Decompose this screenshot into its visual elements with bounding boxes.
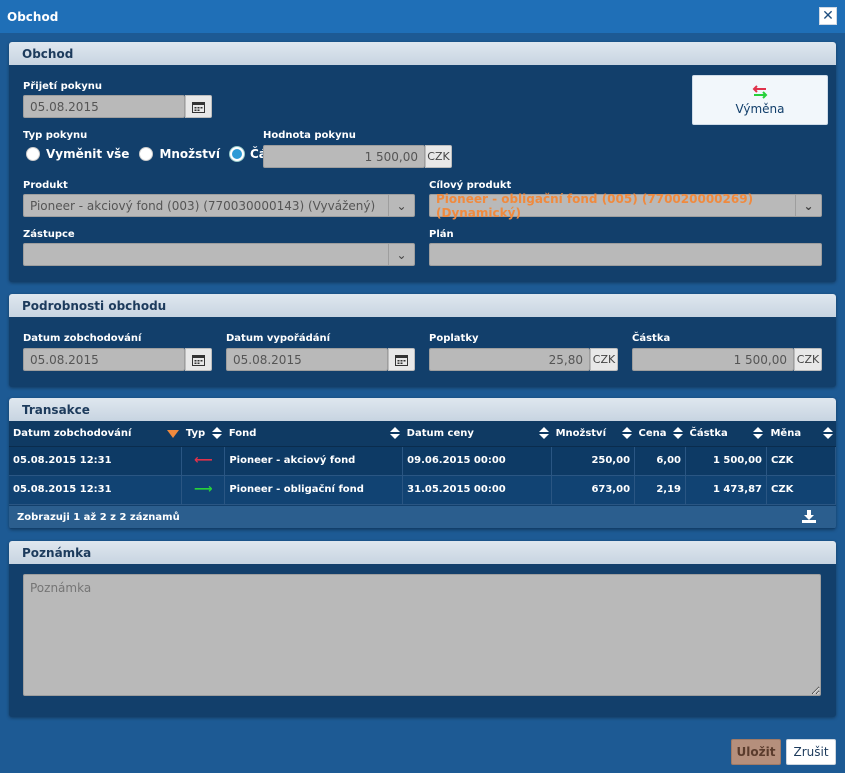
cell-cena: 2,19 — [634, 475, 687, 505]
window-title: Obchod — [7, 9, 59, 24]
castka-input[interactable]: 1 500,00 — [632, 348, 794, 371]
hodnota-currency: CZK — [425, 145, 452, 168]
col-header-cena[interactable]: Cena — [634, 421, 686, 447]
table-footer: Zobrazuji 1 až 2 z 2 záznamů — [9, 506, 836, 528]
transactions-table: Datum zobchodování Typ Fond Datum ceny M… — [9, 421, 836, 505]
cell-fond: Pioneer - obligační fond — [224, 475, 404, 505]
datum-zobchodovani-label: Datum zobchodování — [23, 333, 142, 344]
castka-currency: CZK — [794, 348, 822, 371]
sort-icon — [822, 427, 833, 440]
radio-dot — [26, 147, 40, 161]
order-panel: Obchod Přijetí pokynu 05.08.2015 Výměna … — [9, 42, 836, 282]
castka-label: Částka — [632, 333, 671, 344]
chevron-down-icon[interactable]: ⌄ — [795, 195, 821, 216]
datum-zobchodovani-input[interactable]: 05.08.2015 — [23, 348, 185, 371]
exchange-arrows-icon — [752, 84, 768, 99]
sell-arrow-icon: ⟵ — [181, 446, 226, 476]
cell-mena: CZK — [766, 446, 836, 476]
radio-dot-selected — [229, 147, 244, 161]
cell-castka: 1 473,87 — [685, 475, 767, 505]
poplatky-input[interactable]: 25,80 — [429, 348, 590, 371]
sort-desc-icon — [166, 430, 179, 438]
sort-icon — [672, 427, 683, 440]
order-panel-header: Obchod — [9, 42, 836, 65]
save-button[interactable]: Uložit — [731, 739, 781, 765]
calendar-icon — [395, 354, 408, 366]
col-header-typ[interactable]: Typ — [181, 421, 225, 447]
cilovy-produkt-label: Cílový produkt — [429, 180, 512, 191]
hodnota-pokynu-label: Hodnota pokynu — [263, 130, 356, 141]
radio-dot — [139, 147, 154, 161]
chevron-down-icon[interactable]: ⌄ — [388, 244, 414, 265]
close-icon: ✕ — [822, 8, 834, 24]
zastupce-label: Zástupce — [23, 229, 75, 240]
note-panel-header: Poznámka — [9, 541, 836, 564]
datum-zobchodovani-calendar-button[interactable] — [185, 348, 212, 371]
sort-icon — [621, 427, 632, 440]
cilovy-produkt-select[interactable]: Pioneer - obligační fond (005) (77002000… — [429, 191, 822, 220]
cilovy-produkt-select-value: Pioneer - obligační fond (005) (77002000… — [436, 191, 754, 220]
poplatky-currency: CZK — [590, 348, 618, 371]
table-row[interactable]: 05.08.2015 12:31 ⟶ Pioneer - obligační f… — [9, 475, 836, 505]
prijeti-date-input[interactable]: 05.08.2015 — [23, 95, 185, 118]
calendar-icon — [192, 101, 205, 113]
transactions-panel-header: Transakce — [9, 398, 836, 421]
sort-icon — [538, 427, 549, 440]
poplatky-label: Poplatky — [429, 333, 479, 344]
exchange-label: Výměna — [735, 101, 785, 116]
zastupce-select[interactable]: ⌄ — [23, 243, 415, 266]
produkt-label: Produkt — [23, 180, 68, 191]
col-header-datum[interactable]: Datum zobchodování — [9, 421, 182, 447]
produkt-select[interactable]: Pioneer - akciový fond (003) (7700300001… — [23, 194, 415, 217]
radio-mnozstvi[interactable]: Množství — [139, 147, 220, 161]
radio-vymenit-vse[interactable]: Vyměnit vše — [26, 147, 129, 161]
details-panel-header: Podrobnosti obchodu — [9, 294, 836, 317]
col-header-fond[interactable]: Fond — [224, 421, 403, 447]
produkt-select-value: Pioneer - akciový fond (003) (7700300001… — [30, 198, 376, 213]
window-titlebar: Obchod ✕ — [0, 0, 845, 33]
datum-vyporadani-label: Datum vypořádání — [226, 333, 331, 344]
close-button[interactable]: ✕ — [819, 7, 837, 25]
col-header-castka[interactable]: Částka — [685, 421, 767, 447]
buy-arrow-icon: ⟶ — [181, 475, 226, 505]
note-panel: Poznámka — [9, 541, 836, 717]
cancel-button[interactable]: Zrušit — [786, 739, 836, 765]
note-textarea[interactable] — [23, 574, 821, 696]
cell-mena: CZK — [766, 475, 836, 505]
cell-cena: 6,00 — [634, 446, 687, 476]
col-header-mena[interactable]: Měna — [766, 421, 836, 447]
sort-icon — [211, 427, 222, 440]
exchange-button[interactable]: Výměna — [692, 75, 828, 125]
cell-castka: 1 500,00 — [685, 446, 767, 476]
prijeti-calendar-button[interactable] — [185, 95, 212, 118]
datum-vyporadani-calendar-button[interactable] — [388, 348, 415, 371]
cell-fond: Pioneer - akciový fond — [224, 446, 404, 476]
table-row[interactable]: 05.08.2015 12:31 ⟵ Pioneer - akciový fon… — [9, 446, 836, 476]
cell-mnozstvi: 673,00 — [551, 475, 636, 505]
datum-vyporadani-input[interactable]: 05.08.2015 — [226, 348, 388, 371]
table-header-row: Datum zobchodování Typ Fond Datum ceny M… — [9, 421, 836, 447]
plan-label: Plán — [429, 229, 454, 240]
cell-mnozstvi: 250,00 — [551, 446, 636, 476]
col-header-mnozstvi[interactable]: Množství — [551, 421, 635, 447]
download-icon[interactable] — [802, 510, 816, 526]
cell-datum: 05.08.2015 12:31 — [9, 446, 183, 476]
plan-input[interactable] — [429, 243, 822, 266]
typ-pokynu-label: Typ pokynu — [23, 130, 88, 141]
prijeti-label: Přijetí pokynu — [23, 81, 103, 92]
calendar-icon — [192, 354, 205, 366]
hodnota-pokynu-input[interactable]: 1 500,00 — [263, 145, 425, 168]
cell-datum-ceny: 31.05.2015 00:00 — [402, 475, 553, 505]
cell-datum-ceny: 09.06.2015 00:00 — [402, 446, 553, 476]
sort-icon — [389, 427, 400, 440]
record-count-text: Zobrazuji 1 až 2 z 2 záznamů — [17, 511, 180, 523]
details-panel: Podrobnosti obchodu Datum zobchodování 0… — [9, 294, 836, 387]
chevron-down-icon[interactable]: ⌄ — [388, 195, 414, 216]
transactions-panel: Transakce Datum zobchodování Typ Fond Da… — [9, 398, 836, 529]
col-header-datum-ceny[interactable]: Datum ceny — [402, 421, 552, 447]
cell-datum: 05.08.2015 12:31 — [9, 475, 183, 505]
sort-icon — [753, 427, 764, 440]
